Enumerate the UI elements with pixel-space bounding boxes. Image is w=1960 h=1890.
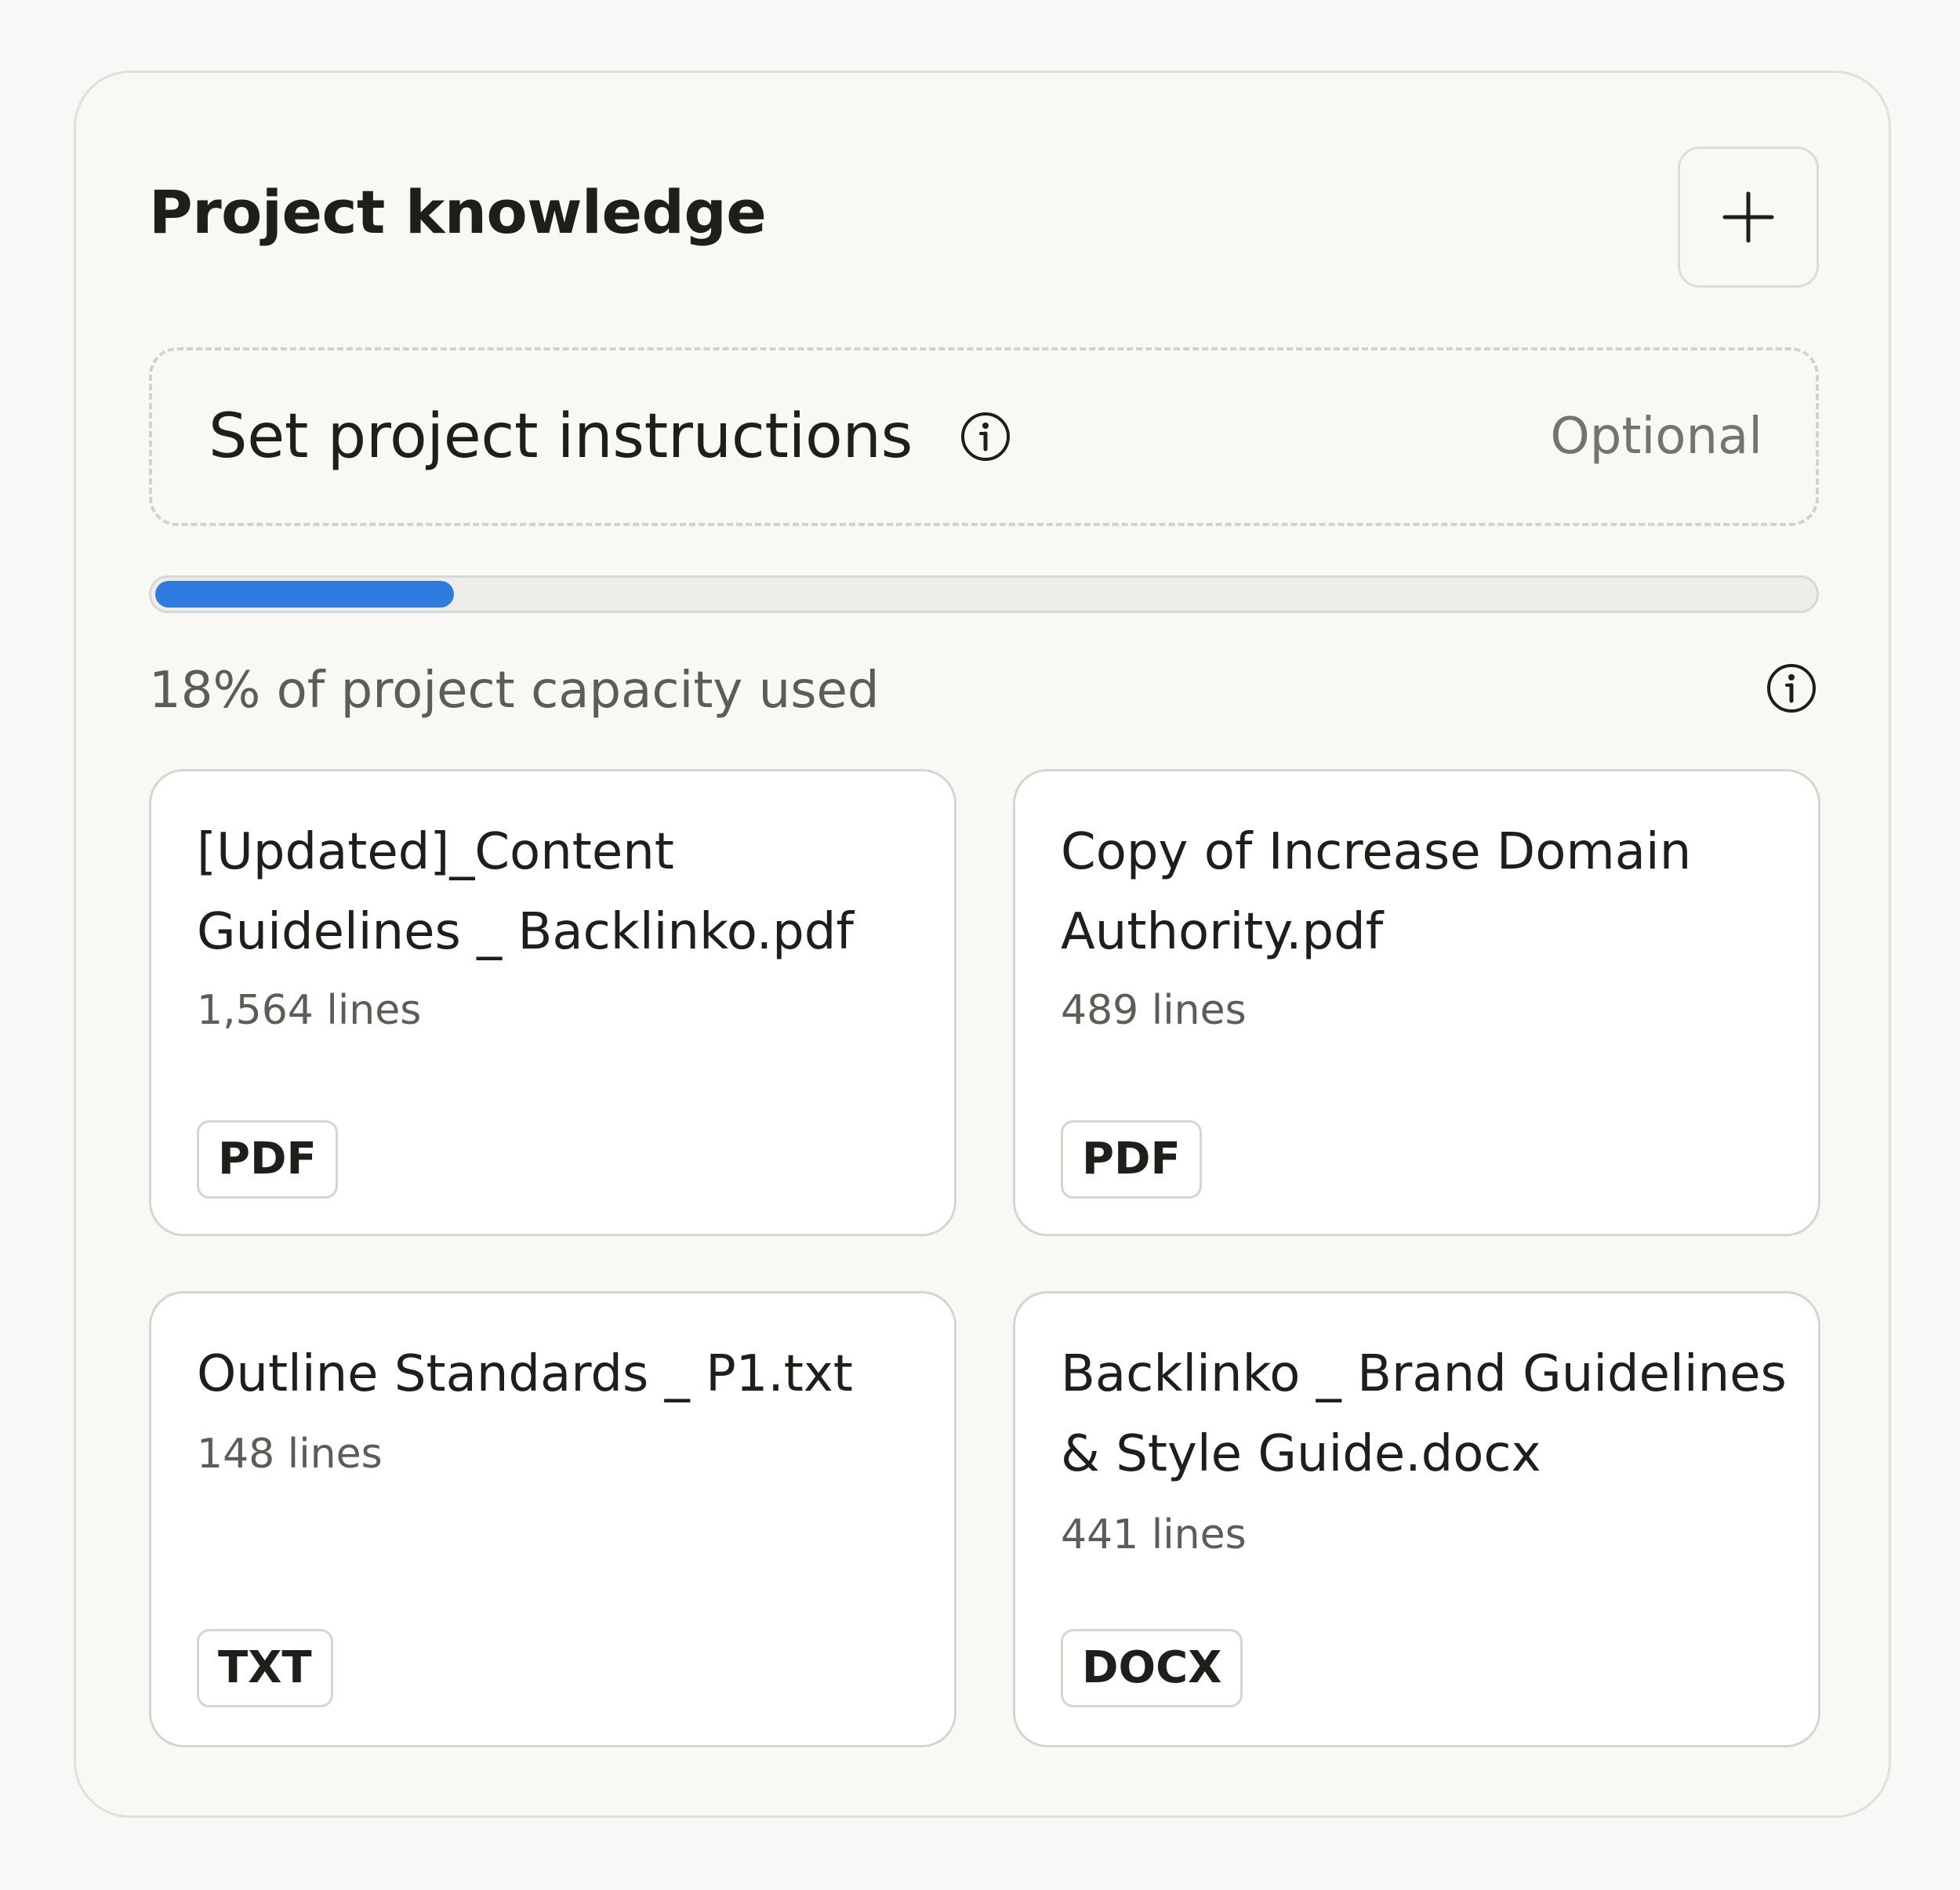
instructions-label: Set project instructions — [209, 401, 913, 472]
file-name: Outline Standards _ P1.txt — [197, 1345, 853, 1403]
panel-title: Project knowledge — [149, 177, 767, 247]
capacity-text: 18% of project capacity used — [149, 662, 880, 720]
capacity-progress-fill — [155, 581, 454, 608]
file-type-badge: PDF — [1061, 1120, 1202, 1199]
optional-label: Optional — [1550, 408, 1762, 466]
file-card[interactable]: [Updated]_Content Guidelines _ Backlinko… — [149, 769, 956, 1236]
set-project-instructions-button[interactable]: Set project instructions Optional — [149, 347, 1819, 526]
file-type-badge: TXT — [197, 1629, 333, 1707]
file-line-count: 441 lines — [1061, 1511, 1247, 1558]
file-type-badge: PDF — [197, 1120, 338, 1199]
file-name: Backlinko _ Brand Guidelines & Style Gui… — [1061, 1345, 1787, 1483]
info-icon[interactable] — [960, 411, 1011, 463]
add-knowledge-button[interactable] — [1678, 147, 1819, 288]
file-name: [Updated]_Content Guidelines _ Backlinko… — [197, 823, 854, 961]
file-line-count: 489 lines — [1061, 987, 1247, 1034]
file-name: Copy of Increase Domain Authority.pdf — [1061, 823, 1692, 961]
file-line-count: 1,564 lines — [197, 987, 422, 1034]
file-card[interactable]: Copy of Increase Domain Authority.pdf 48… — [1013, 769, 1820, 1236]
capacity-info-icon[interactable] — [1766, 662, 1817, 717]
file-type-badge: DOCX — [1061, 1629, 1243, 1707]
file-line-count: 148 lines — [197, 1431, 383, 1478]
file-card[interactable]: Backlinko _ Brand Guidelines & Style Gui… — [1013, 1291, 1820, 1747]
plus-icon — [1722, 191, 1774, 243]
file-card[interactable]: Outline Standards _ P1.txt 148 lines TXT — [149, 1291, 956, 1747]
project-knowledge-panel: Project knowledge Set project instructio… — [74, 71, 1891, 1818]
capacity-progress-bar — [149, 575, 1819, 613]
